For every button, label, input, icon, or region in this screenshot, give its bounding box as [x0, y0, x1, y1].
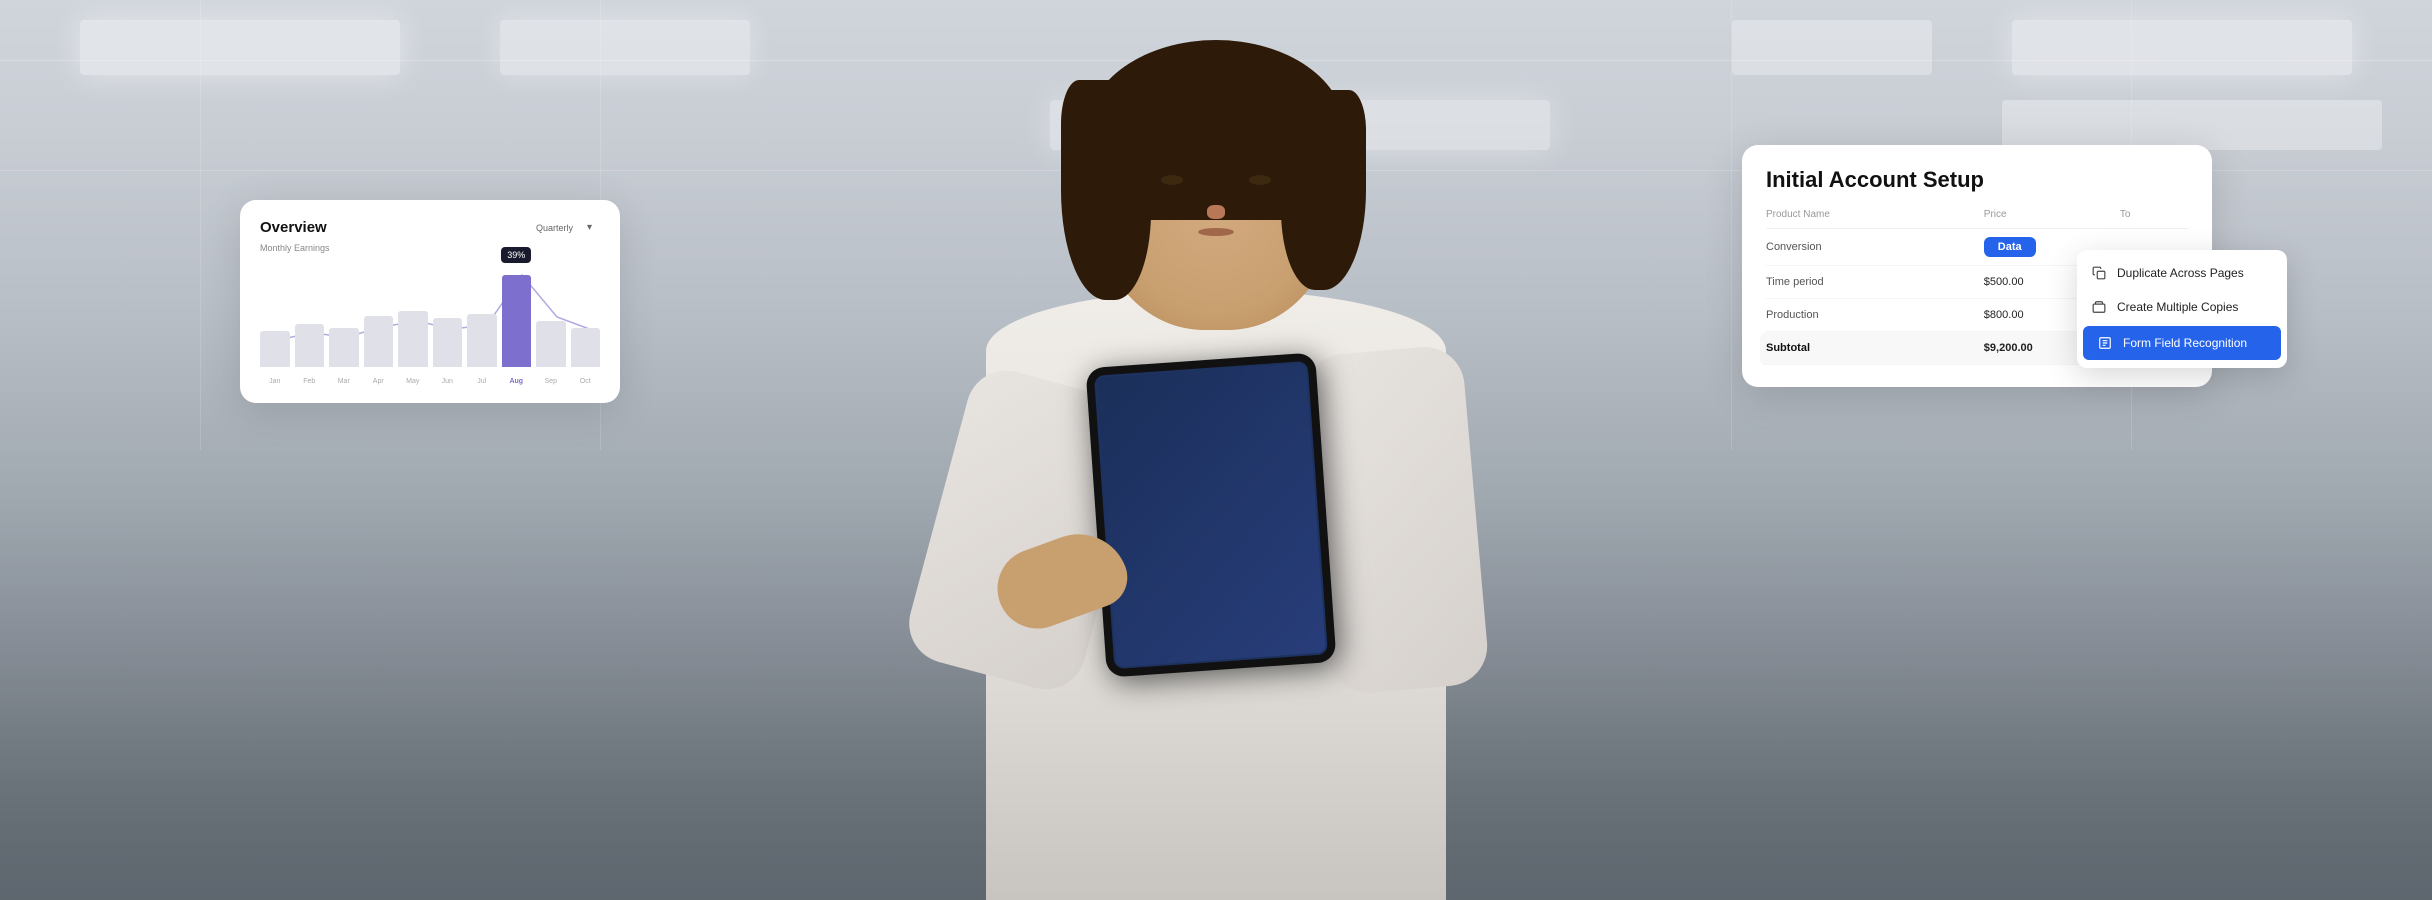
- legend-dropdown-button[interactable]: ▾: [579, 218, 600, 237]
- bar-jul: [467, 314, 497, 367]
- x-label-mar: Mar: [329, 378, 359, 385]
- x-label-feb: Feb: [295, 378, 325, 385]
- overview-card-title: Overview: [260, 219, 327, 236]
- x-label-jan: Jan: [260, 378, 290, 385]
- bar-tooltip: 39%: [501, 247, 531, 263]
- menu-item-duplicate-label: Duplicate Across Pages: [2117, 266, 2244, 280]
- menu-item-form-label: Form Field Recognition: [2123, 336, 2247, 350]
- row-conversion-name: Conversion: [1766, 241, 1984, 253]
- bar-sep: [536, 321, 566, 367]
- menu-item-copies-label: Create Multiple Copies: [2117, 300, 2238, 314]
- layers-icon: [2091, 299, 2107, 315]
- col-to: To: [2120, 209, 2188, 220]
- col-product-name: Product Name: [1766, 209, 1984, 220]
- x-label-aug: Aug: [502, 378, 532, 385]
- overview-card: Overview Quarterly ▾ Monthly Earnings: [240, 200, 620, 403]
- x-label-jun: Jun: [433, 378, 463, 385]
- bar-apr: [364, 316, 394, 367]
- chart-x-labels: Jan Feb Mar Apr May Jun Jul Aug Sep Oct: [260, 378, 600, 385]
- bar-chart: 39% Jan Feb Mar Apr May Jun Jul Aug Sep …: [260, 265, 600, 385]
- copy-icon: [2091, 265, 2107, 281]
- legend-text: Quarterly: [536, 223, 573, 233]
- table-header: Product Name Price To: [1766, 209, 2188, 229]
- row-subtotal-name: Subtotal: [1766, 342, 1984, 354]
- account-card-title: Initial Account Setup: [1766, 167, 2188, 193]
- x-label-jul: Jul: [467, 378, 497, 385]
- menu-item-duplicate[interactable]: Duplicate Across Pages: [2077, 256, 2287, 290]
- bar-feb: [295, 324, 325, 367]
- row-timeperiod-name: Time period: [1766, 276, 1984, 288]
- row-production-name: Production: [1766, 309, 1984, 321]
- context-menu: Duplicate Across Pages Create Multiple C…: [2077, 250, 2287, 368]
- x-label-may: May: [398, 378, 428, 385]
- form-icon: [2097, 335, 2113, 351]
- conversion-data-pill[interactable]: Data: [1984, 237, 2036, 257]
- bar-jan: [260, 331, 290, 367]
- x-label-oct: Oct: [571, 378, 601, 385]
- bar-may: [398, 311, 428, 367]
- bar-jun: [433, 318, 463, 367]
- menu-item-copies[interactable]: Create Multiple Copies: [2077, 290, 2287, 324]
- menu-item-form-recognition[interactable]: Form Field Recognition: [2083, 326, 2281, 360]
- overview-subtitle: Monthly Earnings: [260, 243, 600, 253]
- chevron-down-icon: ▾: [587, 222, 592, 233]
- col-price: Price: [1984, 209, 2120, 220]
- bar-mar: [329, 328, 359, 367]
- x-label-apr: Apr: [364, 378, 394, 385]
- x-label-sep: Sep: [536, 378, 566, 385]
- bar-aug: 39%: [502, 275, 532, 367]
- bar-oct: [571, 328, 601, 367]
